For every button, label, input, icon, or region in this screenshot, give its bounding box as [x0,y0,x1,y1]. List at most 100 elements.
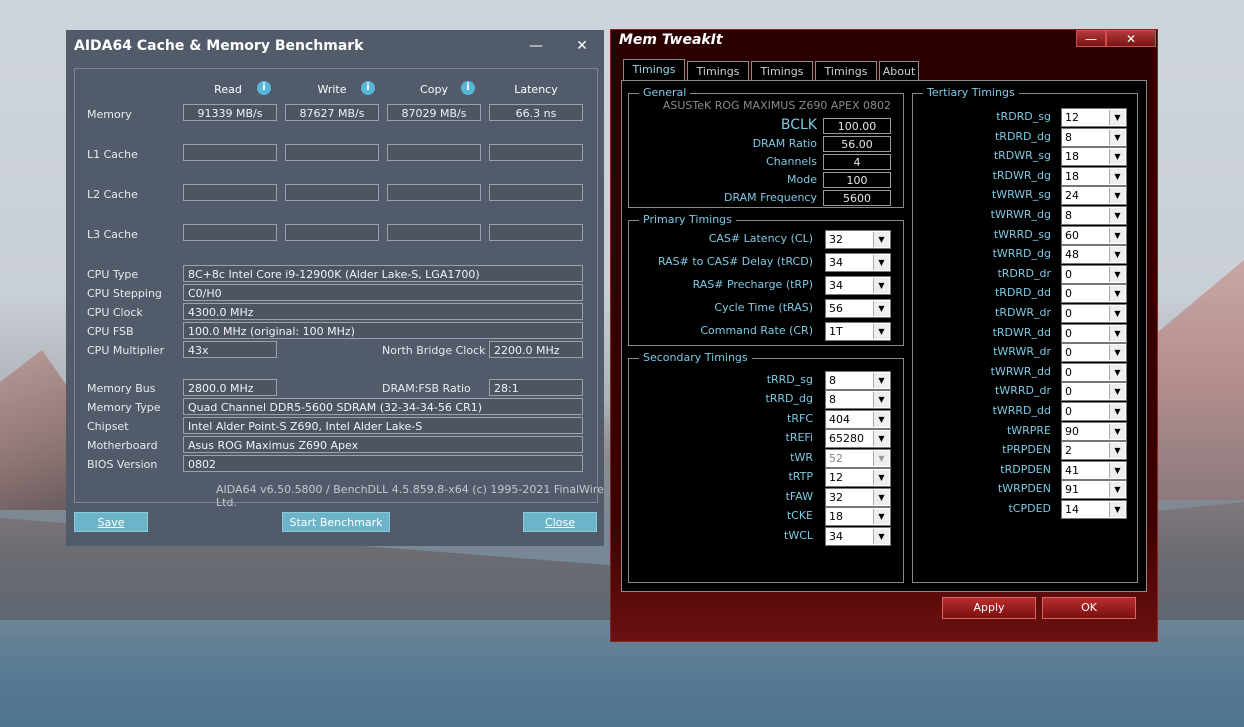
read-info-icon[interactable]: i [257,81,271,95]
row-label-l3: L3 Cache [87,228,138,241]
close-window-button[interactable]: ✕ [1106,30,1156,47]
tertiary-dropdown[interactable]: 24 ▼ [1061,186,1127,206]
chevron-down-icon: ▼ [1109,423,1125,439]
secondary-dropdown-trrd-dg[interactable]: 8 ▼ [825,390,891,409]
tertiary-dropdown[interactable]: 18 ▼ [1061,147,1127,167]
primary-label-cl: CAS# Latency (CL) [708,232,813,245]
primary-dropdown-trcd[interactable]: 34 ▼ [825,253,891,272]
tertiary-dropdown[interactable]: 8 ▼ [1061,206,1127,225]
nb-clock-value: 2200.0 MHz [489,341,583,358]
tab-timings-3[interactable]: Timings #3 [751,61,813,98]
secondary-value-twr: 52 [829,452,843,465]
secondary-dropdown-trtp[interactable]: 12 ▼ [825,468,891,487]
copy-info-icon[interactable]: i [461,81,475,95]
l3-latency-value [489,224,583,241]
row-label-memory: Memory [87,108,132,121]
tertiary-dropdown[interactable]: 0 ▼ [1061,362,1127,382]
secondary-value-trfc: 404 [829,413,850,426]
tab-content: General ASUSTeK ROG MAXIMUS Z690 APEX 08… [621,80,1147,592]
primary-label-trcd: RAS# to CAS# Delay (tRCD) [657,255,813,268]
l3-copy-value [387,224,481,241]
bios-label: BIOS Version [87,458,158,471]
tertiary-dropdown[interactable]: 41 ▼ [1061,460,1127,480]
l1-latency-value [489,144,583,161]
chevron-down-icon: ▼ [873,255,889,270]
tab-about[interactable]: About [879,61,919,81]
window-title: Mem TweakIt [619,32,723,48]
memory-type-label: Memory Type [87,401,161,414]
channels-value: 4 [823,154,891,170]
secondary-dropdown-trrd-sg[interactable]: 8 ▼ [825,371,891,390]
tertiary-dropdown[interactable]: 90 ▼ [1061,421,1127,441]
tertiary-dropdown[interactable]: 18 ▼ [1061,166,1127,186]
cpu-multiplier-label: CPU Multiplier [87,344,165,357]
tertiary-dropdown[interactable]: 0 ▼ [1061,323,1127,343]
secondary-dropdown-tcke[interactable]: 18 ▼ [825,507,891,526]
minimize-button[interactable]: — [526,36,546,56]
dune-right [1158,260,1244,500]
write-info-icon[interactable]: i [361,81,375,95]
tertiary-value: 0 [1065,385,1072,399]
tertiary-dropdown[interactable]: 0 ▼ [1061,304,1127,323]
primary-dropdown-cl[interactable]: 32 ▼ [825,230,891,249]
tertiary-dropdown[interactable]: 91 ▼ [1061,480,1127,500]
secondary-value-tcke: 18 [829,510,843,523]
apply-button[interactable]: Apply [942,597,1036,619]
close-window-button[interactable]: ✕ [572,36,592,56]
tertiary-dropdown[interactable]: 0 ▼ [1061,343,1127,363]
secondary-dropdown-trefi[interactable]: 65280 ▼ [825,429,891,448]
chevron-down-icon: ▼ [1109,227,1125,243]
tertiary-dropdown[interactable]: 2 ▼ [1061,441,1127,461]
primary-label-trp: RAS# Precharge (tRP) [692,278,813,291]
tab-timings-2[interactable]: Timings #2 [687,61,749,98]
tertiary-timings-group: Tertiary Timings tRDRD_sg 12 ▼ tRDRD_dg 8 ▼ tR… [912,86,1138,583]
tab-timings-4[interactable]: Timings #4 [815,61,877,98]
l2-read-value [183,184,277,201]
secondary-dropdown-tfaw[interactable]: 32 ▼ [825,488,891,507]
tertiary-dropdown[interactable]: 0 ▼ [1061,284,1127,304]
tertiary-value: 48 [1065,248,1079,262]
tertiary-dropdown[interactable]: 60 ▼ [1061,225,1127,245]
header-copy: Copy [420,83,448,96]
tertiary-value: 0 [1065,405,1072,418]
tertiary-value: 41 [1065,463,1079,477]
close-button[interactable]: Close [523,512,597,532]
tertiary-value: 12 [1065,111,1079,124]
secondary-dropdown-twcl[interactable]: 34 ▼ [825,527,891,546]
chevron-down-icon: ▼ [1109,404,1125,419]
chipset-value: Intel Alder Point-S Z690, Intel Alder La… [183,417,583,434]
nb-clock-label: North Bridge Clock [382,344,486,357]
tertiary-dropdown[interactable]: 12 ▼ [1061,108,1127,127]
memory-type-value: Quad Channel DDR5-5600 SDRAM (32-34-34-5… [183,398,583,415]
tab-timings-1[interactable]: Timings #1 [623,59,685,96]
primary-dropdown-trp[interactable]: 34 ▼ [825,276,891,295]
chevron-down-icon: ▼ [873,324,889,339]
tertiary-dropdown[interactable]: 0 ▼ [1061,382,1127,402]
tertiary-value: 8 [1065,209,1072,222]
chevron-down-icon: ▼ [873,451,889,466]
l2-copy-value [387,184,481,201]
cpu-clock-label: CPU Clock [87,306,143,319]
primary-value-trcd: 34 [829,256,843,269]
ok-button[interactable]: OK [1042,597,1136,619]
secondary-dropdown-trfc[interactable]: 404 ▼ [825,410,891,429]
primary-dropdown-tras[interactable]: 56 ▼ [825,299,891,318]
tertiary-dropdown[interactable]: 48 ▼ [1061,245,1127,265]
tertiary-dropdown[interactable]: 0 ▼ [1061,264,1127,284]
start-benchmark-button[interactable]: Start Benchmark [282,512,390,532]
minimize-button[interactable]: — [1076,30,1106,47]
chevron-down-icon: ▼ [1109,306,1125,321]
tertiary-label: tWRWR_sg [991,188,1051,202]
save-button[interactable]: Save [74,512,148,532]
l3-read-value [183,224,277,241]
tertiary-dropdown[interactable]: 14 ▼ [1061,500,1127,519]
chevron-down-icon: ▼ [1109,208,1125,223]
secondary-value-twcl: 34 [829,530,843,543]
chevron-down-icon: ▼ [873,301,889,316]
tertiary-dropdown[interactable]: 8 ▼ [1061,127,1127,147]
chevron-down-icon: ▼ [1109,384,1125,400]
primary-dropdown-cr[interactable]: 1T ▼ [825,322,891,341]
tertiary-dropdown[interactable]: 0 ▼ [1061,402,1127,421]
cpu-fsb-label: CPU FSB [87,325,134,338]
primary-label-tras: Cycle Time (tRAS) [714,301,813,314]
